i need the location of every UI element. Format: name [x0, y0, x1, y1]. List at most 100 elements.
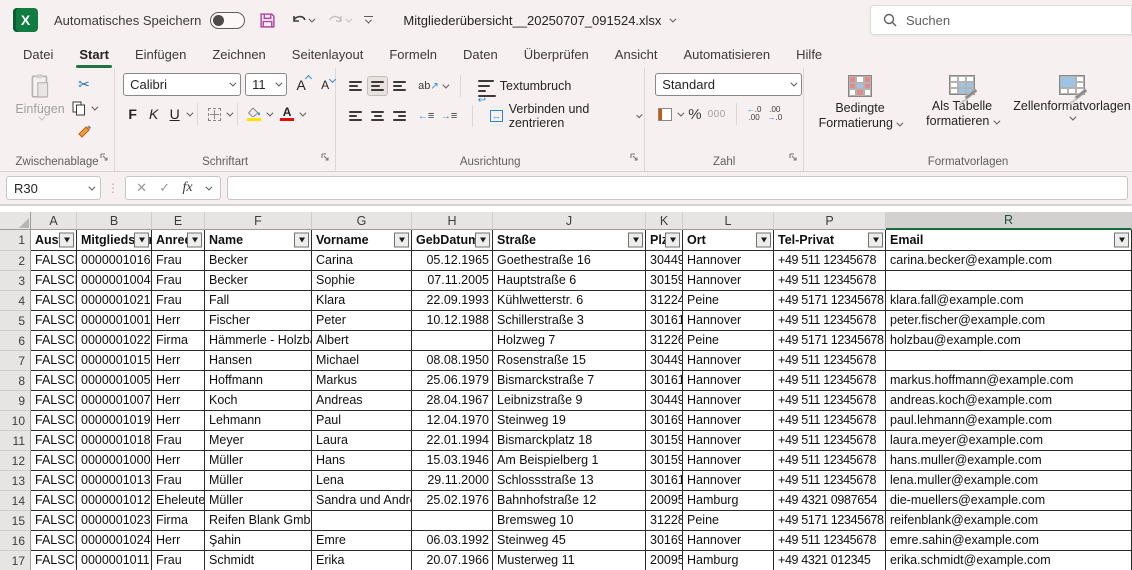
cell-J1[interactable]: Straße [493, 230, 646, 251]
cell-E14[interactable]: Eheleute [152, 491, 205, 511]
cell-H10[interactable]: 12.04.1970 [412, 411, 493, 431]
cell-F6[interactable]: Hämmerle - Holzbau [205, 331, 312, 351]
cell-A1[interactable]: Ausw [31, 230, 77, 251]
cell-F3[interactable]: Becker [205, 271, 312, 291]
row-header-13[interactable]: 13 [0, 471, 31, 491]
tab-start[interactable]: Start [66, 40, 122, 68]
cell-H2[interactable]: 05.12.1965 [412, 251, 493, 271]
cell-B7[interactable]: 0000001015 [77, 351, 152, 371]
cell-H15[interactable] [412, 511, 493, 531]
row-header-3[interactable]: 3 [0, 271, 31, 291]
cell-L15[interactable]: Peine [683, 511, 774, 531]
cell-P17[interactable]: +49 4321 012345 [774, 551, 886, 570]
cell-E3[interactable]: Frau [152, 271, 205, 291]
merge-center-button[interactable]: ↔ Verbinden und zentrieren [486, 102, 644, 130]
cell-R2[interactable]: carina.becker@example.com [886, 251, 1132, 271]
bold-button[interactable]: F [123, 106, 142, 122]
orientation-button[interactable]: ab↗ [418, 75, 439, 97]
underline-button[interactable]: U [165, 106, 184, 122]
italic-button[interactable]: K [144, 106, 163, 122]
format-painter-button[interactable] [72, 121, 96, 143]
cell-P7[interactable]: +49 511 12345678 [774, 351, 886, 371]
cell-K10[interactable]: 30169 [646, 411, 683, 431]
cell-K5[interactable]: 30161 [646, 311, 683, 331]
cell-B1[interactable]: Mitglieds-Nr [77, 230, 152, 251]
cell-F12[interactable]: Müller [205, 451, 312, 471]
cell-G7[interactable]: Michael [312, 351, 412, 371]
formula-input[interactable] [227, 176, 1128, 200]
filter-button-K[interactable] [665, 233, 680, 248]
cell-J6[interactable]: Holzweg 7 [493, 331, 646, 351]
cell-B11[interactable]: 0000001018 [77, 431, 152, 451]
row-header-14[interactable]: 14 [0, 491, 31, 511]
font-dialog-launcher[interactable] [321, 149, 330, 167]
cell-J12[interactable]: Am Beispielberg 1 [493, 451, 646, 471]
insert-function-button[interactable]: fx [182, 180, 192, 196]
cell-J16[interactable]: Steinweg 45 [493, 531, 646, 551]
cell-H7[interactable]: 08.08.1950 [412, 351, 493, 371]
column-header-H[interactable]: H [412, 212, 493, 230]
cell-K15[interactable]: 31228 [646, 511, 683, 531]
cell-F7[interactable]: Hansen [205, 351, 312, 371]
filter-button-B[interactable] [134, 233, 149, 248]
underline-chevron-icon[interactable] [187, 109, 194, 116]
cell-F17[interactable]: Schmidt [205, 551, 312, 570]
row-header-1[interactable]: 1 [0, 230, 31, 251]
cell-F1[interactable]: Name [205, 230, 312, 251]
cell-H3[interactable]: 07.11.2005 [412, 271, 493, 291]
cell-A17[interactable]: FALSCH [31, 551, 77, 570]
cell-J4[interactable]: Kühlwetterstr. 6 [493, 291, 646, 311]
cell-P6[interactable]: +49 5171 12345678 [774, 331, 886, 351]
cell-F5[interactable]: Fischer [205, 311, 312, 331]
decrease-indent-button[interactable]: ←≡ [416, 105, 436, 127]
tab-einfuegen[interactable]: Einfügen [122, 40, 199, 68]
align-left-button[interactable] [346, 107, 365, 125]
cell-B3[interactable]: 0000001004 [77, 271, 152, 291]
cell-L10[interactable]: Hannover [683, 411, 774, 431]
cell-J17[interactable]: Musterweg 11 [493, 551, 646, 570]
row-header-15[interactable]: 15 [0, 511, 31, 531]
cell-P2[interactable]: +49 511 12345678 [774, 251, 886, 271]
cell-G2[interactable]: Carina [312, 251, 412, 271]
cell-A3[interactable]: FALSCH [31, 271, 77, 291]
cell-L7[interactable]: Hannover [683, 351, 774, 371]
select-all-corner[interactable] [0, 212, 31, 230]
cell-P10[interactable]: +49 511 12345678 [774, 411, 886, 431]
cell-A12[interactable]: FALSCH [31, 451, 77, 471]
cell-B9[interactable]: 0000001007 [77, 391, 152, 411]
cell-E12[interactable]: Herr [152, 451, 205, 471]
cell-G11[interactable]: Laura [312, 431, 412, 451]
cell-L1[interactable]: Ort [683, 230, 774, 251]
number-dialog-launcher[interactable] [789, 149, 798, 167]
redo-button[interactable] [327, 12, 350, 28]
decrease-font-button[interactable]: A [315, 78, 335, 92]
font-size-select[interactable]: 11 [245, 73, 287, 96]
cell-R4[interactable]: klara.fall@example.com [886, 291, 1132, 311]
cell-G13[interactable]: Lena [312, 471, 412, 491]
cell-K12[interactable]: 30159 [646, 451, 683, 471]
filter-button-F[interactable] [294, 233, 309, 248]
column-header-R[interactable]: R [886, 212, 1132, 230]
cell-H17[interactable]: 20.07.1966 [412, 551, 493, 570]
accounting-format-button[interactable] [655, 103, 675, 125]
cell-K2[interactable]: 30449 [646, 251, 683, 271]
column-header-E[interactable]: E [152, 212, 205, 230]
cell-E9[interactable]: Herr [152, 391, 205, 411]
cell-R6[interactable]: holzbau@example.com [886, 331, 1132, 351]
cell-L4[interactable]: Peine [683, 291, 774, 311]
name-box[interactable] [6, 176, 101, 200]
cell-A4[interactable]: FALSCH [31, 291, 77, 311]
cell-F15[interactable]: Reifen Blank GmbH [205, 511, 312, 531]
cell-G1[interactable]: Vorname [312, 230, 412, 251]
cell-K11[interactable]: 30159 [646, 431, 683, 451]
cell-B15[interactable]: 0000001023 [77, 511, 152, 531]
cell-B13[interactable]: 0000001013 [77, 471, 152, 491]
cell-F10[interactable]: Lehmann [205, 411, 312, 431]
cell-A8[interactable]: FALSCH [31, 371, 77, 391]
cell-J8[interactable]: Bismarckstraße 7 [493, 371, 646, 391]
cell-A10[interactable]: FALSCH [31, 411, 77, 431]
cell-E6[interactable]: Firma [152, 331, 205, 351]
align-bottom-button[interactable] [390, 77, 409, 95]
cell-R11[interactable]: laura.meyer@example.com [886, 431, 1132, 451]
cell-R7[interactable] [886, 351, 1132, 371]
